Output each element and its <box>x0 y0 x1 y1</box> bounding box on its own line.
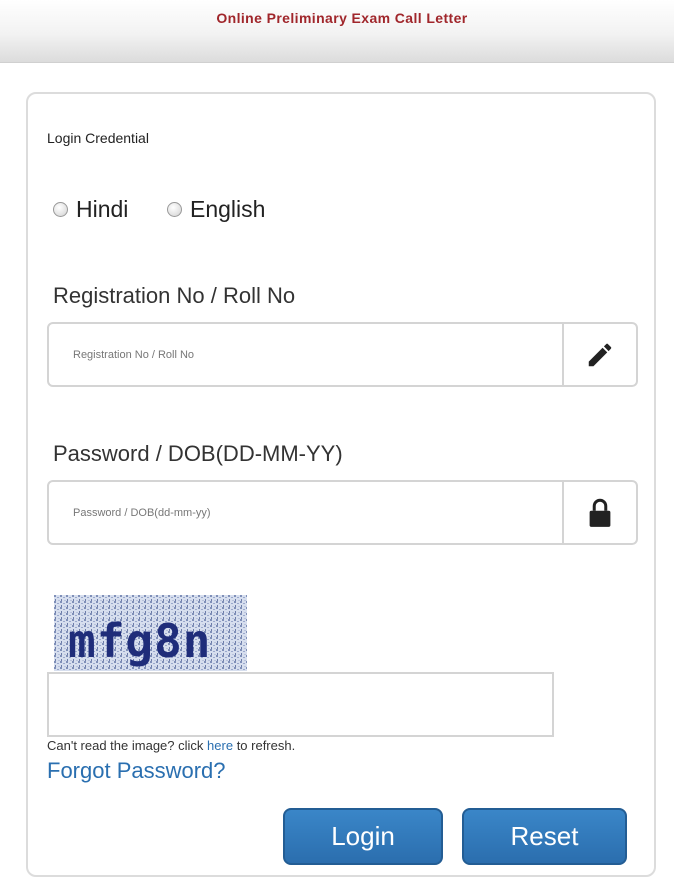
captcha-text: mfg8n <box>68 614 211 668</box>
captcha-input[interactable] <box>47 672 554 737</box>
page-title: Online Preliminary Exam Call Letter <box>216 10 468 26</box>
password-label: Password / DOB(DD-MM-YY) <box>53 441 343 466</box>
refresh-link[interactable]: here <box>207 738 233 753</box>
header-bar: Online Preliminary Exam Call Letter <box>0 0 674 63</box>
password-input-group <box>47 480 638 545</box>
radio-english-label: English <box>190 196 266 222</box>
refresh-prefix: Can't read the image? click <box>47 738 204 753</box>
password-addon <box>562 482 636 543</box>
password-input[interactable] <box>49 482 563 543</box>
registration-label: Registration No / Roll No <box>53 283 296 308</box>
refresh-suffix: to refresh. <box>236 738 296 753</box>
captcha-image: mfg8n <box>54 595 247 671</box>
pencil-icon <box>588 343 612 366</box>
section-title: Login Credential <box>47 130 149 146</box>
login-button[interactable]: Login <box>283 808 443 865</box>
captcha-refresh-text: Can't read the image? click here to refr… <box>47 738 295 753</box>
radio-english[interactable]: English <box>167 196 265 223</box>
lock-icon <box>589 498 611 527</box>
reset-button[interactable]: Reset <box>462 808 627 865</box>
forgot-password-link[interactable]: Forgot Password? <box>47 758 226 784</box>
registration-input[interactable] <box>49 324 563 385</box>
radio-hindi[interactable]: Hindi <box>53 196 128 223</box>
registration-addon <box>562 324 636 385</box>
radio-button-icon[interactable] <box>167 202 182 217</box>
registration-input-group <box>47 322 638 387</box>
radio-hindi-label: Hindi <box>76 196 129 222</box>
radio-button-icon[interactable] <box>53 202 68 217</box>
